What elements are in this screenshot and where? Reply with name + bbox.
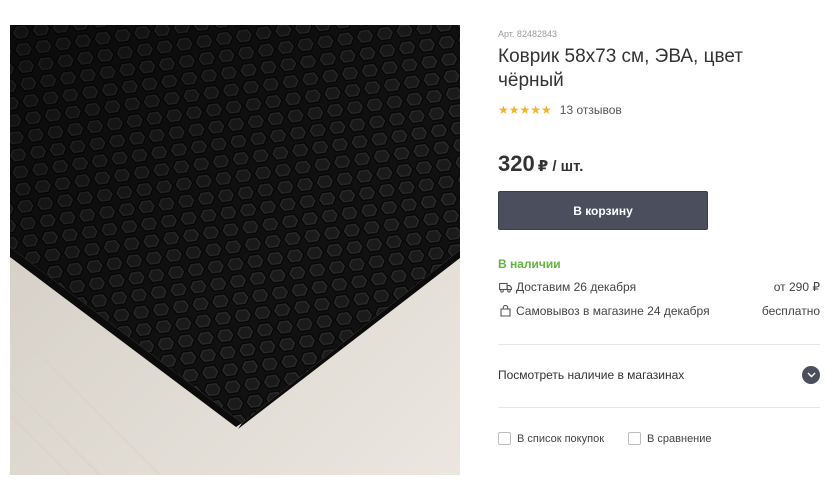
pickup-cost: бесплатно xyxy=(761,304,820,318)
product-image[interactable] xyxy=(10,25,460,475)
compare-label: В сравнение xyxy=(647,432,712,445)
product-title: Коврик 58х73 см, ЭВА, цвет чёрный xyxy=(498,46,743,91)
delivery-cost: от 290 ₽ xyxy=(773,280,820,294)
store-availability-label: Посмотреть наличие в магазинах xyxy=(498,368,685,382)
store-availability-toggle[interactable]: Посмотреть наличие в магазинах xyxy=(498,366,820,384)
pickup-row: Самовывоз в магазине 24 декабря бесплатн… xyxy=(498,304,820,318)
product-actions: В список покупок В сравнение xyxy=(498,432,712,445)
stock-status: В наличии xyxy=(498,257,561,271)
product-rating[interactable]: ★★★★★ 13 отзывов xyxy=(498,102,622,118)
price-unit: ₽ / шт. xyxy=(537,158,584,175)
divider xyxy=(498,344,820,345)
compare-checkbox[interactable]: В сравнение xyxy=(628,432,712,445)
shopping-list-label: В список покупок xyxy=(517,432,605,445)
checkbox-box[interactable] xyxy=(628,432,642,445)
product-price: 320 ₽ / шт. xyxy=(498,151,583,177)
shopping-bag-icon xyxy=(498,304,512,318)
price-value: 320 xyxy=(498,151,535,176)
chevron-down-icon[interactable] xyxy=(802,366,820,384)
divider xyxy=(498,407,820,408)
delivery-row: Доставим 26 декабря от 290 ₽ xyxy=(498,280,820,294)
add-to-cart-button[interactable]: В корзину xyxy=(498,191,708,230)
reviews-link[interactable]: 13 отзывов xyxy=(560,103,622,117)
delivery-text: Доставим 26 декабря xyxy=(516,280,637,294)
pickup-text: Самовывоз в магазине 24 декабря xyxy=(516,304,710,318)
shopping-list-checkbox[interactable]: В список покупок xyxy=(498,432,604,445)
product-sku: Арт. 82482843 xyxy=(498,29,557,39)
rating-stars-icon: ★★★★★ xyxy=(498,103,552,117)
checkbox-box[interactable] xyxy=(498,432,511,445)
truck-icon xyxy=(498,280,512,294)
